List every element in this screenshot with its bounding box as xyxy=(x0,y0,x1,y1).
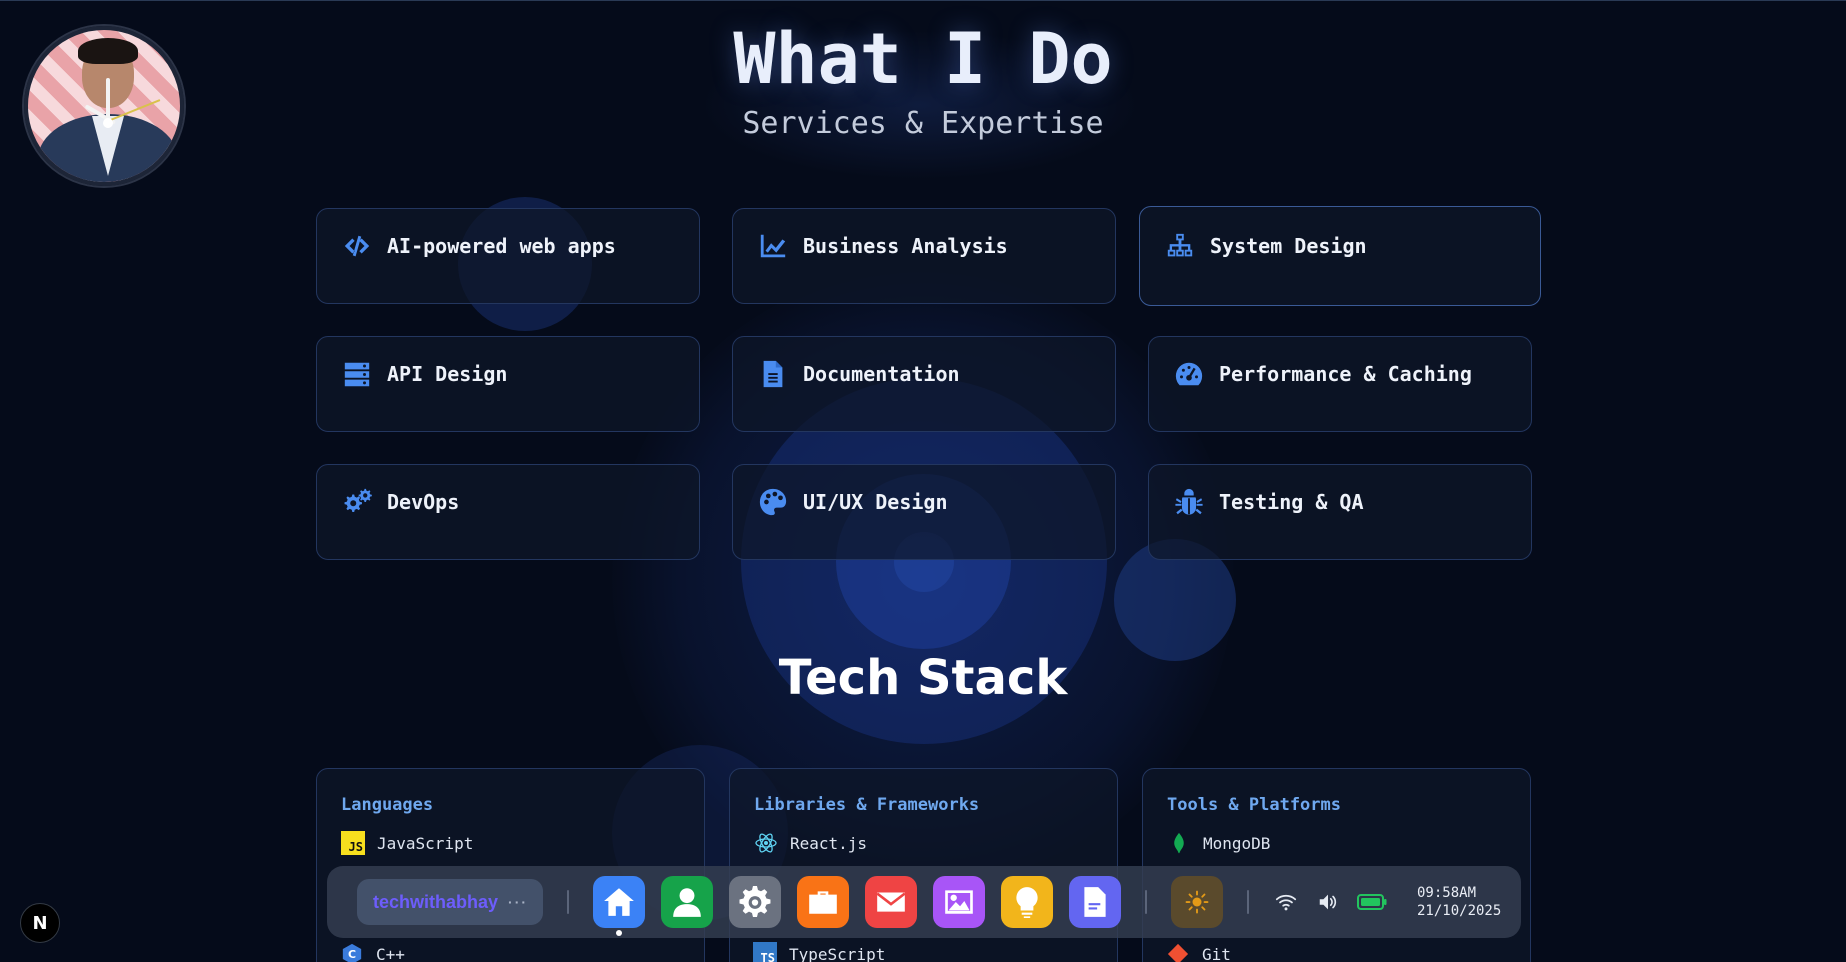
battery-icon[interactable] xyxy=(1357,889,1387,915)
dock-app-ideas[interactable] xyxy=(1001,876,1053,928)
service-card-ui-ux-design[interactable]: UI/UX Design xyxy=(732,464,1116,560)
tech-item-typescript: TS TypeScript xyxy=(753,942,885,962)
service-card-documentation[interactable]: Documentation xyxy=(732,336,1116,432)
tech-group-title: Libraries & Frameworks xyxy=(754,795,980,815)
dock-app-mail[interactable] xyxy=(865,876,917,928)
mail-icon xyxy=(876,892,906,912)
tech-item-react: React.js xyxy=(754,831,1093,855)
tech-item-label: React.js xyxy=(790,833,868,853)
typescript-icon: TS xyxy=(753,942,777,962)
server-icon xyxy=(341,358,373,390)
service-card-devops[interactable]: DevOps xyxy=(316,464,700,560)
service-label: Performance & Caching xyxy=(1219,362,1472,386)
tech-item-javascript: JS JavaScript xyxy=(341,831,680,855)
bug-icon xyxy=(1173,486,1205,518)
tech-item-label: Git xyxy=(1202,944,1231,962)
wifi-icon[interactable] xyxy=(1273,889,1299,915)
page-subtitle: Services & Expertise xyxy=(742,106,1104,141)
dock-separator xyxy=(1145,890,1147,914)
home-icon xyxy=(604,888,634,916)
service-label: Business Analysis xyxy=(803,234,1008,258)
image-icon xyxy=(945,890,973,914)
user-icon xyxy=(673,888,701,917)
service-label: UI/UX Design xyxy=(803,490,948,514)
file-text-icon xyxy=(757,358,789,390)
service-card-testing-qa[interactable]: Testing & QA xyxy=(1148,464,1532,560)
service-label: System Design xyxy=(1210,234,1367,258)
nextjs-badge-icon[interactable]: N xyxy=(20,903,60,943)
service-label: DevOps xyxy=(387,490,460,514)
cpp-icon: C xyxy=(340,942,364,962)
gauge-icon xyxy=(1173,358,1205,390)
active-indicator xyxy=(616,930,622,936)
service-card-api-design[interactable]: API Design xyxy=(316,336,700,432)
brand-pill[interactable]: techwithabhay ··· xyxy=(357,879,543,925)
service-label: API Design xyxy=(387,362,508,386)
svg-text:C: C xyxy=(348,948,356,961)
service-label: Testing & QA xyxy=(1219,490,1364,514)
tech-item-label: TypeScript xyxy=(789,944,886,962)
dock-app-about[interactable] xyxy=(661,876,713,928)
dock-app-docs[interactable] xyxy=(1069,876,1121,928)
sun-icon xyxy=(1185,890,1209,914)
system-tray: 09:58AM 21/10/2025 xyxy=(1273,884,1501,920)
dock-app-work[interactable] xyxy=(797,876,849,928)
tech-item-mongodb: MongoDB xyxy=(1167,831,1506,855)
mongodb-leaf-icon xyxy=(1167,831,1191,855)
service-card-performance-caching[interactable]: Performance & Caching xyxy=(1148,336,1532,432)
theme-toggle[interactable] xyxy=(1171,876,1223,928)
tech-item-label: JavaScript xyxy=(377,833,474,853)
top-border xyxy=(0,0,1846,1)
chart-line-icon xyxy=(757,230,789,262)
sitemap-icon xyxy=(1164,230,1196,262)
bottom-dock: techwithabhay ··· 09:58AM 21/10/2025 xyxy=(327,866,1521,938)
gears-icon xyxy=(341,486,373,518)
git-icon xyxy=(1166,942,1190,962)
page-title: What I Do xyxy=(733,18,1113,100)
tech-item-git: Git xyxy=(1166,942,1231,962)
clock-date: 21/10/2025 xyxy=(1417,903,1502,919)
palette-icon xyxy=(757,486,789,518)
react-icon xyxy=(754,831,778,855)
dock-separator xyxy=(567,890,569,914)
dock-app-gallery[interactable] xyxy=(933,876,985,928)
briefcase-icon xyxy=(809,891,837,914)
volume-icon[interactable] xyxy=(1315,889,1341,915)
service-label: AI-powered web apps xyxy=(387,234,616,258)
code-icon xyxy=(341,230,373,262)
tech-group-title: Languages xyxy=(341,795,434,815)
system-clock[interactable]: 09:58AM 21/10/2025 xyxy=(1417,884,1501,920)
gear-icon xyxy=(739,885,771,917)
tech-group-title: Tools & Platforms xyxy=(1167,795,1341,815)
lightbulb-icon xyxy=(1016,887,1038,918)
more-dots-icon[interactable]: ··· xyxy=(508,894,528,910)
javascript-icon: JS xyxy=(341,831,365,855)
tech-item-cpp: C C++ xyxy=(340,942,405,962)
dock-app-settings[interactable] xyxy=(729,876,781,928)
service-label: Documentation xyxy=(803,362,960,386)
service-card-business-analysis[interactable]: Business Analysis xyxy=(732,208,1116,304)
service-card-system-design[interactable]: System Design xyxy=(1139,206,1541,306)
service-card-ai-web-apps[interactable]: AI-powered web apps xyxy=(316,208,700,304)
dock-separator xyxy=(1247,890,1249,914)
tech-stack-title: Tech Stack xyxy=(778,650,1068,706)
tech-item-label: C++ xyxy=(376,944,405,962)
tech-item-label: MongoDB xyxy=(1203,833,1271,853)
brand-name: techwithabhay xyxy=(373,891,499,912)
clock-time: 09:58AM xyxy=(1417,885,1477,901)
dock-app-home[interactable] xyxy=(593,876,645,936)
document-icon xyxy=(1084,887,1106,917)
